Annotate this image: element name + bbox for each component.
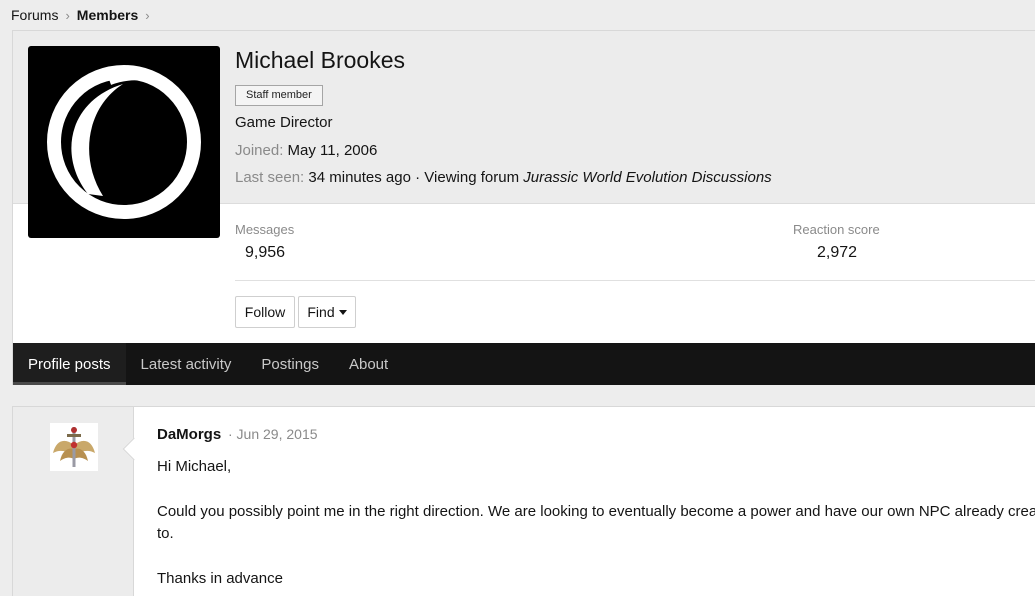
post-text-line: Thanks in advance — [157, 570, 283, 587]
post-author-sidebar — [13, 407, 134, 596]
breadcrumb-members-link[interactable]: Members — [77, 7, 138, 23]
caret-down-icon — [338, 309, 347, 315]
follow-button-label: Follow — [244, 304, 286, 320]
chevron-right-icon: › — [65, 7, 70, 23]
reaction-score-value[interactable]: 2,972 — [817, 244, 857, 262]
find-button-label: Find — [307, 304, 335, 320]
breadcrumb: Forums › Members › — [0, 0, 1035, 30]
messages-label: Messages — [235, 222, 295, 237]
reaction-score-label: Reaction score — [793, 222, 880, 237]
post-date[interactable]: · Jun 29, 2015 — [228, 426, 318, 442]
post-text-line: Hi Michael, — [157, 458, 232, 475]
stats-divider — [235, 280, 1035, 281]
joined-line: Joined: May 11, 2006 — [235, 142, 377, 159]
ring-logo-icon — [47, 65, 201, 219]
joined-value: May 11, 2006 — [287, 142, 378, 159]
profile-post: DaMorgs · Jun 29, 2015 Hi Michael, Could… — [12, 406, 1035, 596]
profile-name: Michael Brookes — [235, 47, 406, 73]
tab-latest-activity[interactable]: Latest activity — [126, 343, 247, 385]
last-seen-label: Last seen: — [235, 169, 305, 186]
chevron-right-icon: › — [145, 7, 150, 23]
breadcrumb-forums-link[interactable]: Forums — [11, 7, 58, 23]
last-seen-line: Last seen: 34 minutes ago · Viewing foru… — [235, 169, 772, 186]
tab-profile-posts[interactable]: Profile posts — [13, 343, 126, 385]
sword-wings-emblem-icon — [50, 423, 98, 471]
post-author-avatar[interactable] — [50, 423, 98, 471]
post-author-name[interactable]: DaMorgs — [157, 426, 221, 443]
activity-forum-link[interactable]: Jurassic World Evolution Discussions — [523, 169, 771, 186]
profile-card: Michael Brookes Staff member Game Direct… — [12, 30, 1035, 385]
staff-badge: Staff member — [235, 85, 323, 106]
post-text-line: to. — [157, 525, 174, 542]
tab-postings[interactable]: Postings — [246, 343, 334, 385]
messages-value[interactable]: 9,956 — [245, 244, 285, 262]
follow-button[interactable]: Follow — [235, 296, 295, 328]
post-text-line: Could you possibly point me in the right… — [157, 503, 1035, 520]
tab-about[interactable]: About — [334, 343, 403, 385]
profile-role: Game Director — [235, 114, 333, 131]
activity-prefix: · Viewing forum — [415, 169, 520, 186]
last-seen-value: 34 minutes ago — [308, 169, 411, 186]
profile-avatar[interactable] — [28, 46, 220, 238]
find-dropdown-button[interactable]: Find — [298, 296, 356, 328]
joined-label: Joined: — [235, 142, 284, 159]
profile-tabs: Profile posts Latest activity Postings A… — [13, 343, 1035, 385]
